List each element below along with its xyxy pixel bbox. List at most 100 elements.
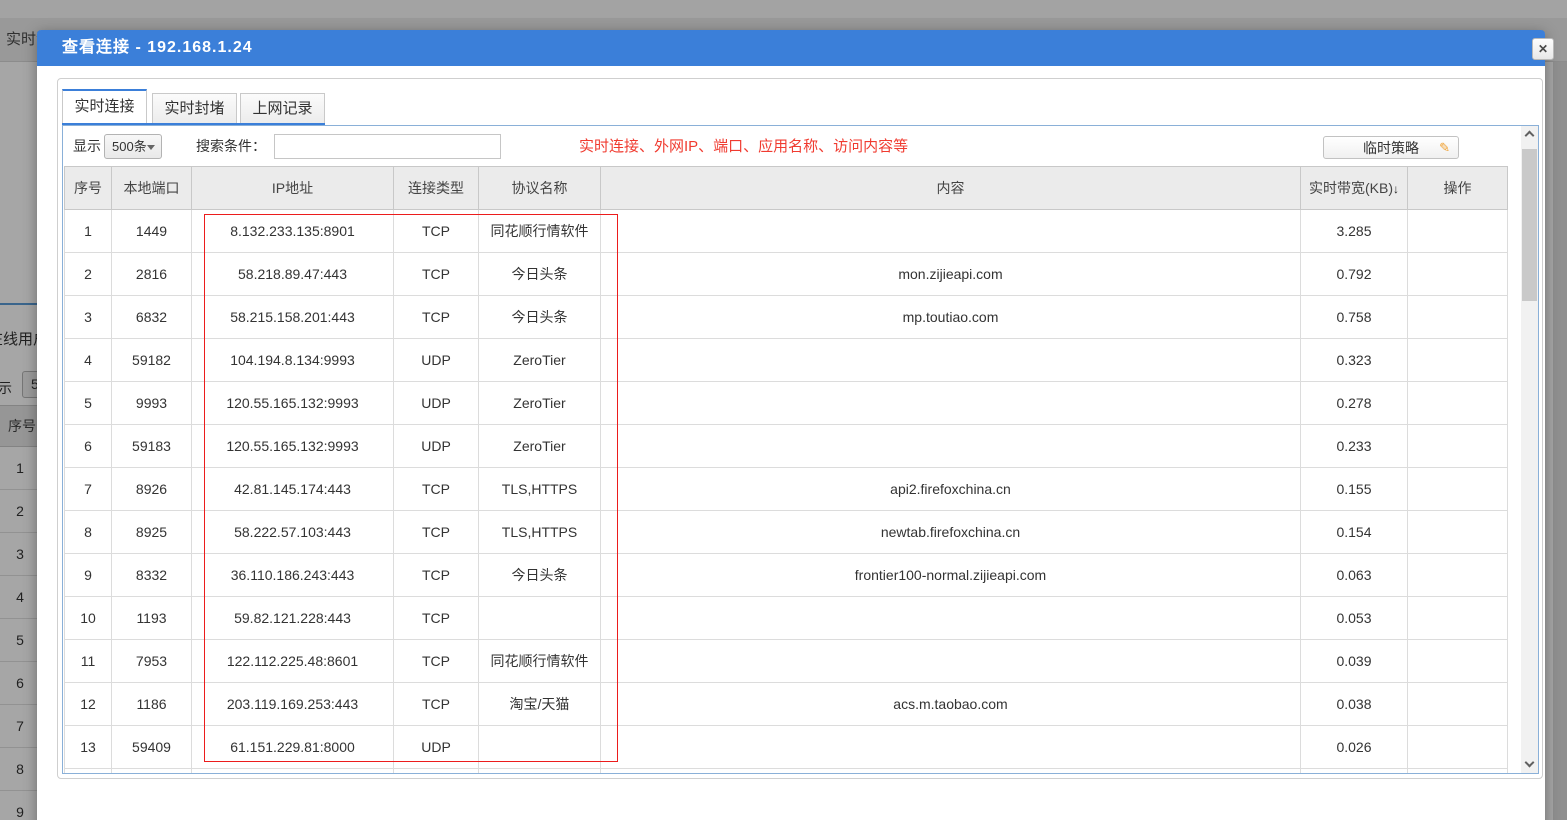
temp-policy-label: 临时策略 — [1363, 140, 1419, 156]
action-cell — [1408, 769, 1508, 775]
search-hint-text: 实时连接、外网IP、端口、应用名称、访问内容等 — [579, 134, 908, 159]
local-port-cell: 8925 — [112, 511, 192, 554]
scrollbar-thumb[interactable] — [1522, 149, 1537, 301]
close-button[interactable]: ✕ — [1532, 38, 1554, 60]
seq-cell — [65, 769, 112, 775]
tab-realtime-connections[interactable]: 实时连接 — [62, 89, 147, 123]
column-header-content: 内容 — [601, 167, 1301, 210]
bandwidth-cell: 0.053 — [1301, 597, 1408, 640]
column-header-local-port: 本地端口 — [112, 167, 192, 210]
connections-table-body: 114498.132.233.135:8901TCP同花顺行情软件3.28522… — [65, 210, 1508, 775]
conn-type-cell: TCP — [394, 296, 479, 339]
protocol-cell: ZeroTier — [479, 425, 601, 468]
table-row: 121186203.119.169.253:443TCP淘宝/天猫acs.m.t… — [65, 683, 1508, 726]
table-row: 8892558.222.57.103:443TCPTLS,HTTPSnewtab… — [65, 511, 1508, 554]
protocol-cell: 淘宝/天猫 — [479, 683, 601, 726]
dialog-titlebar: 查看连接 - 192.168.1.24 — [37, 30, 1545, 66]
close-icon: ✕ — [1538, 42, 1548, 56]
local-port-cell: 8332 — [112, 554, 192, 597]
ip-cell: 8.132.233.135:8901 — [192, 210, 394, 253]
ip-cell: 61.151.229.81:8000 — [192, 726, 394, 769]
local-port-cell: 1186 — [112, 683, 192, 726]
table-row: 2281658.218.89.47:443TCP今日头条mon.zijieapi… — [65, 253, 1508, 296]
bandwidth-cell: 0.039 — [1301, 640, 1408, 683]
protocol-cell — [479, 597, 601, 640]
ip-cell: 58.222.57.103:443 — [192, 511, 394, 554]
content-cell: api2.firefoxchina.cn — [601, 468, 1301, 511]
local-port-cell: 1193 — [112, 597, 192, 640]
vertical-scrollbar[interactable] — [1521, 126, 1538, 773]
column-header-action: 操作 — [1408, 167, 1508, 210]
content-cell — [601, 382, 1301, 425]
tab-browsing-history[interactable]: 上网记录 — [240, 93, 325, 123]
ip-cell — [192, 769, 394, 775]
scroll-down-button[interactable] — [1521, 756, 1538, 773]
connections-table: 序号本地端口IP地址连接类型协议名称内容实时带宽(KB)↓操作 114498.1… — [64, 166, 1508, 774]
local-port-cell: 1449 — [112, 210, 192, 253]
column-header-conn-type: 连接类型 — [394, 167, 479, 210]
dialog-title: 查看连接 - 192.168.1.24 — [62, 30, 253, 66]
seq-cell: 3 — [65, 296, 112, 339]
display-count-select[interactable]: 500条 — [104, 134, 162, 159]
column-header-bandwidth[interactable]: 实时带宽(KB)↓ — [1301, 167, 1408, 210]
ip-cell: 42.81.145.174:443 — [192, 468, 394, 511]
table-row — [65, 769, 1508, 775]
conn-type-cell: TCP — [394, 253, 479, 296]
conn-type-cell: TCP — [394, 511, 479, 554]
table-controls: 显示 500条 搜索条件： 实时连接、外网IP、端口、应用名称、访问内容等 临时… — [63, 134, 1538, 160]
table-row: 135940961.151.229.81:8000UDP0.026 — [65, 726, 1508, 769]
seq-cell: 9 — [65, 554, 112, 597]
content-cell — [601, 339, 1301, 382]
local-port-cell: 7953 — [112, 640, 192, 683]
local-port-cell: 9993 — [112, 382, 192, 425]
ip-cell: 120.55.165.132:9993 — [192, 425, 394, 468]
tab-realtime-blocks[interactable]: 实时封堵 — [152, 93, 237, 123]
scroll-up-button[interactable] — [1521, 126, 1538, 143]
temp-policy-button[interactable]: 临时策略 ✎ — [1323, 136, 1459, 159]
action-cell — [1408, 640, 1508, 683]
conn-type-cell: UDP — [394, 382, 479, 425]
ip-cell: 104.194.8.134:9993 — [192, 339, 394, 382]
table-row: 7892642.81.145.174:443TCPTLS,HTTPSapi2.f… — [65, 468, 1508, 511]
seq-cell: 13 — [65, 726, 112, 769]
seq-cell: 10 — [65, 597, 112, 640]
bandwidth-cell: 0.278 — [1301, 382, 1408, 425]
seq-cell: 5 — [65, 382, 112, 425]
action-cell — [1408, 339, 1508, 382]
table-row: 9833236.110.186.243:443TCP今日头条frontier10… — [65, 554, 1508, 597]
protocol-cell: 今日头条 — [479, 253, 601, 296]
seq-cell: 12 — [65, 683, 112, 726]
ip-cell: 59.82.121.228:443 — [192, 597, 394, 640]
table-row: 3683258.215.158.201:443TCP今日头条mp.toutiao… — [65, 296, 1508, 339]
ip-cell: 120.55.165.132:9993 — [192, 382, 394, 425]
bandwidth-cell: 0.038 — [1301, 683, 1408, 726]
action-cell — [1408, 382, 1508, 425]
action-cell — [1408, 425, 1508, 468]
action-cell — [1408, 210, 1508, 253]
column-header-ip: IP地址 — [192, 167, 394, 210]
search-label: 搜索条件： — [196, 134, 266, 159]
bandwidth-cell: 0.323 — [1301, 339, 1408, 382]
seq-cell: 2 — [65, 253, 112, 296]
table-header-row: 序号本地端口IP地址连接类型协议名称内容实时带宽(KB)↓操作 — [65, 167, 1508, 210]
bandwidth-cell: 3.285 — [1301, 210, 1408, 253]
search-input[interactable] — [274, 134, 501, 159]
table-row: 114498.132.233.135:8901TCP同花顺行情软件3.285 — [65, 210, 1508, 253]
local-port-cell: 6832 — [112, 296, 192, 339]
conn-type-cell: TCP — [394, 468, 479, 511]
ip-cell: 36.110.186.243:443 — [192, 554, 394, 597]
seq-cell: 11 — [65, 640, 112, 683]
protocol-cell: 今日头条 — [479, 554, 601, 597]
protocol-cell — [479, 726, 601, 769]
seq-cell: 1 — [65, 210, 112, 253]
content-cell: newtab.firefoxchina.cn — [601, 511, 1301, 554]
content-cell — [601, 425, 1301, 468]
content-cell — [601, 726, 1301, 769]
action-cell — [1408, 683, 1508, 726]
conn-type-cell: UDP — [394, 726, 479, 769]
table-row: 10119359.82.121.228:443TCP0.053 — [65, 597, 1508, 640]
column-header-protocol: 协议名称 — [479, 167, 601, 210]
local-port-cell — [112, 769, 192, 775]
chevron-down-icon — [1525, 758, 1535, 768]
ip-cell: 58.215.158.201:443 — [192, 296, 394, 339]
